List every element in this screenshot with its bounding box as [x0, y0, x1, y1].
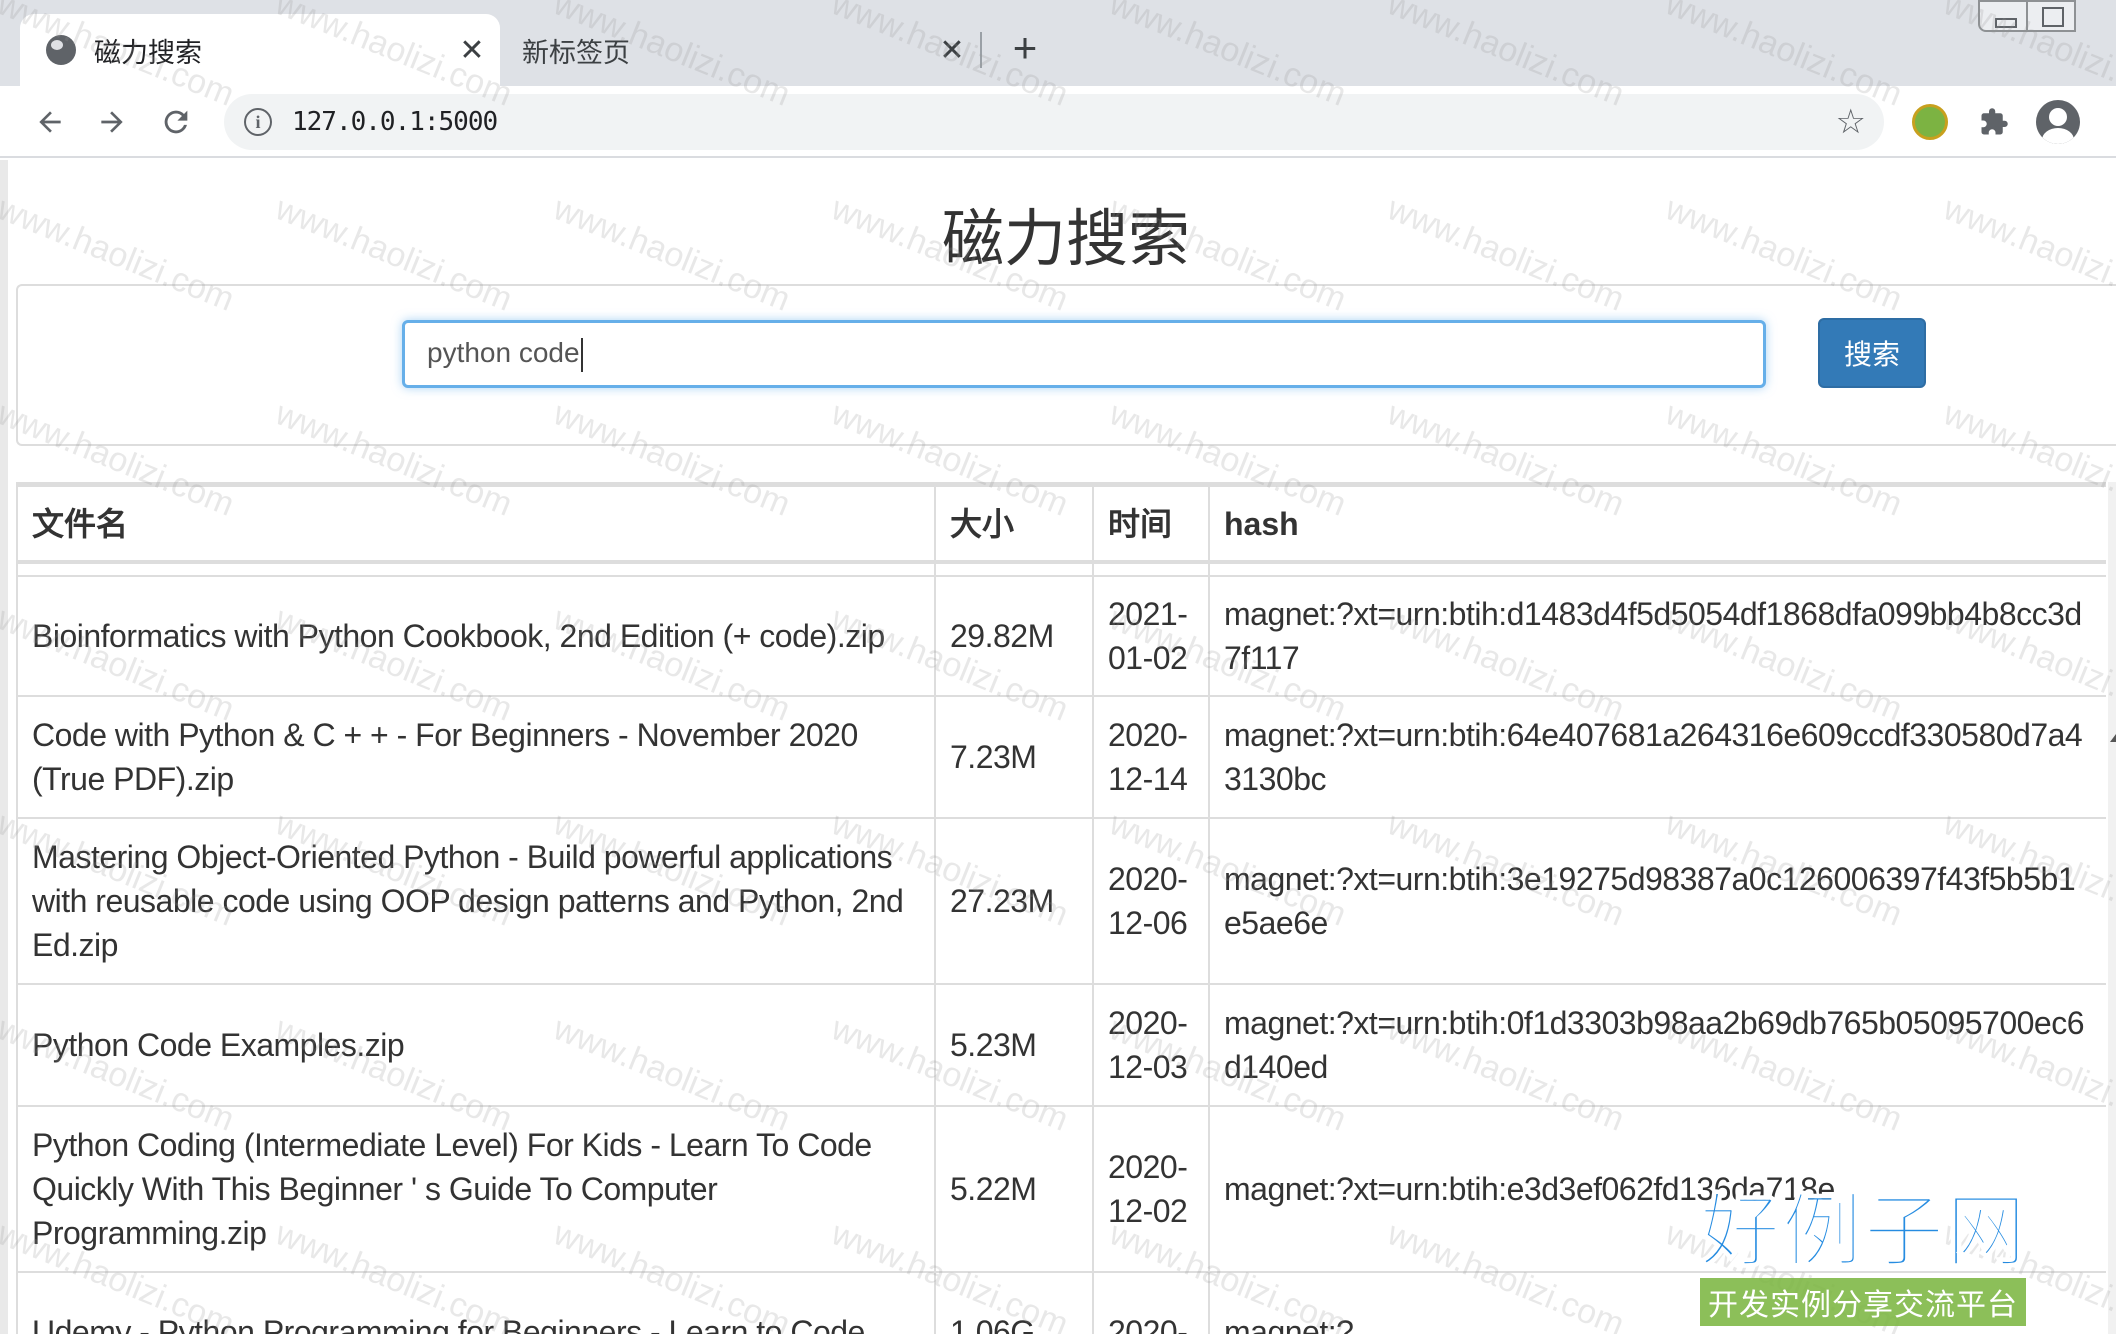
- cell-size: 1.06G: [934, 1271, 1094, 1334]
- column-header-filename: 文件名: [16, 485, 936, 564]
- cell-time: 2020-: [1092, 1271, 1210, 1334]
- forward-button[interactable]: [90, 100, 134, 144]
- cell-time: 2020-12-02: [1092, 1105, 1210, 1273]
- tab-separator: [980, 32, 982, 68]
- page-scrollbar[interactable]: [2108, 482, 2116, 1334]
- arrow-left-icon: [39, 111, 61, 133]
- scroll-up-icon[interactable]: [2110, 734, 2116, 742]
- tab-inactive[interactable]: 新标签页 ✕: [500, 14, 980, 86]
- search-input-value: python code: [427, 337, 580, 368]
- browser-toolbar: i 127.0.0.1:5000 ☆: [0, 86, 2116, 158]
- cell-time: 2020-12-03: [1092, 983, 1210, 1107]
- minimize-icon[interactable]: [1978, 0, 2028, 32]
- reload-icon: [164, 110, 188, 134]
- page-title: 磁力搜索: [941, 205, 1190, 274]
- cell-filename: Udemy - Python Programming for Beginners…: [16, 1271, 936, 1334]
- cell-time: 2021-01-02: [1092, 575, 1210, 697]
- table-row: Mastering Object-Oriented Python - Build…: [16, 817, 2106, 985]
- cell-hash[interactable]: magnet:?xt=urn:btih:3e19275d98387a0c1260…: [1208, 817, 2106, 985]
- url-text[interactable]: 127.0.0.1:5000: [292, 107, 498, 137]
- search-input[interactable]: python code: [402, 320, 1766, 388]
- tab-close-icon[interactable]: ✕: [932, 30, 972, 70]
- address-bar[interactable]: i 127.0.0.1:5000 ☆: [224, 94, 1884, 150]
- table-row: Python Code Examples.zip 5.23M 2020-12-0…: [16, 983, 2106, 1107]
- search-panel: python code 搜索: [16, 284, 2116, 446]
- arrow-right-icon: [101, 111, 123, 133]
- tab-title: 新标签页: [522, 37, 630, 68]
- column-header-size: 大小: [934, 485, 1094, 564]
- column-header-hash: hash: [1208, 485, 2106, 564]
- coin-extension-icon[interactable]: [1912, 104, 1948, 140]
- cell-hash[interactable]: magnet:?xt=urn:btih:64e407681a264316e609…: [1208, 695, 2106, 819]
- restore-icon[interactable]: [2026, 0, 2076, 32]
- cell-time: 2020-12-06: [1092, 817, 1210, 985]
- cell-size: 27.23M: [934, 817, 1094, 985]
- tab-title: 磁力搜索: [94, 37, 202, 68]
- cell-hash[interactable]: magnet:?xt=urn:btih:0f1d3303b98aa2b69db7…: [1208, 983, 2106, 1107]
- back-button[interactable]: [28, 100, 72, 144]
- cell-time: 2020-12-14: [1092, 695, 1210, 819]
- cell-filename: Python Coding (Intermediate Level) For K…: [16, 1105, 936, 1273]
- column-header-time: 时间: [1092, 485, 1210, 564]
- cell-hash[interactable]: magnet:?xt=urn:btih:e3d3ef062fd136da718e: [1208, 1105, 2106, 1273]
- tab-active[interactable]: 磁力搜索 ✕: [20, 14, 500, 86]
- table-row: Code with Python & C + + - For Beginners…: [16, 695, 2106, 819]
- search-button[interactable]: 搜索: [1818, 318, 1926, 388]
- cell-size: 5.23M: [934, 983, 1094, 1107]
- cell-filename: Python Code Examples.zip: [16, 983, 936, 1107]
- table-row: Python Coding (Intermediate Level) For K…: [16, 1105, 2106, 1273]
- reload-button[interactable]: [154, 100, 198, 144]
- cell-hash[interactable]: magnet:?: [1208, 1271, 2106, 1334]
- cell-filename: Bioinformatics with Python Cookbook, 2nd…: [16, 575, 936, 697]
- account-icon[interactable]: [2036, 100, 2080, 144]
- cell-filename: Code with Python & C + + - For Beginners…: [16, 695, 936, 819]
- table-spacer-row: [16, 562, 2106, 577]
- cell-size: 5.22M: [934, 1105, 1094, 1273]
- page-viewport: 磁力搜索 python code 搜索 文件名 大小 时间 hash Bioin…: [0, 160, 2116, 1334]
- cell-hash[interactable]: magnet:?xt=urn:btih:d1483d4f5d5054df1868…: [1208, 575, 2106, 697]
- star-icon[interactable]: ☆: [1836, 102, 1866, 142]
- new-tab-button[interactable]: +: [1003, 24, 1047, 71]
- tab-strip: 磁力搜索 ✕ 新标签页 ✕ +: [0, 0, 2116, 86]
- puzzle-icon[interactable]: [1976, 104, 2012, 140]
- tab-close-icon[interactable]: ✕: [452, 30, 492, 70]
- results-table-container: 文件名 大小 时间 hash Bioinformatics with Pytho…: [16, 482, 2106, 1334]
- info-icon[interactable]: i: [244, 108, 272, 136]
- cell-filename: Mastering Object-Oriented Python - Build…: [16, 817, 936, 985]
- table-header-row: 文件名 大小 时间 hash: [16, 485, 2106, 564]
- globe-icon: [46, 35, 76, 65]
- text-caret: [580, 337, 583, 372]
- table-row: Bioinformatics with Python Cookbook, 2nd…: [16, 575, 2106, 697]
- table-row: Udemy - Python Programming for Beginners…: [16, 1271, 2106, 1334]
- cell-size: 29.82M: [934, 575, 1094, 697]
- cell-size: 7.23M: [934, 695, 1094, 819]
- results-table: 文件名 大小 时间 hash Bioinformatics with Pytho…: [16, 485, 2106, 1334]
